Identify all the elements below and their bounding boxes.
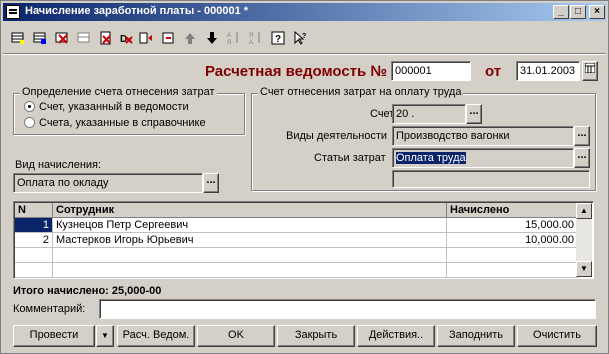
date-field[interactable]: 31.01.2003 <box>516 61 580 81</box>
column-header-n[interactable]: N <box>15 203 53 218</box>
row-number-empty <box>15 248 53 262</box>
maximize-button[interactable]: □ <box>570 5 586 19</box>
cost-item-select-button[interactable]: ... <box>574 148 590 168</box>
table-row-empty[interactable] <box>15 263 578 278</box>
new-row-icon[interactable] <box>9 29 27 47</box>
employee-table[interactable]: N Сотрудник Начислено 1 Кузнецов Петр Се… <box>13 201 594 279</box>
move-up-icon[interactable] <box>181 29 199 47</box>
radio-directory-accounts[interactable]: Счета, указанные в справочнике <box>24 117 206 129</box>
edit-row-icon[interactable] <box>75 29 93 47</box>
account-select-button[interactable]: ... <box>466 104 482 124</box>
total-accrued: Итого начислено: 25,000-00 <box>13 285 162 297</box>
doc-number-label: Расчетная ведомость № <box>205 63 388 80</box>
employee-cell[interactable]: Кузнецов Петр Сергеевич <box>53 218 447 232</box>
radio-statement-account[interactable]: Счет, указанный в ведомости <box>24 101 189 113</box>
employee-cell[interactable]: Мастерков Игорь Юрьевич <box>53 233 447 247</box>
scroll-down-arrow-icon[interactable]: ▼ <box>576 261 592 277</box>
table-row[interactable]: 1 Кузнецов Петр Сергеевич 15,000.00 <box>15 218 578 233</box>
fill-button[interactable]: Заподнить <box>437 325 515 347</box>
table-row-empty[interactable] <box>15 248 578 263</box>
svg-text:Я: Я <box>249 33 253 39</box>
cost-account-legend: Счет отнесения затрат на оплату труда <box>258 86 464 98</box>
delete-icon[interactable]: D <box>117 29 135 47</box>
date-label: от <box>485 63 502 80</box>
calendar-icon <box>584 62 596 74</box>
calc-statement-button[interactable]: Расч. Ведом. <box>117 325 195 347</box>
radio-dot <box>24 101 35 112</box>
account-field[interactable]: 20 . <box>392 104 466 124</box>
window-title: Начисление заработной платы - 000001 * <box>25 5 249 17</box>
clear-button[interactable]: Очистить <box>517 325 597 347</box>
ok-button[interactable]: OK <box>197 325 275 347</box>
svg-text:D: D <box>120 34 127 45</box>
group-icon[interactable] <box>159 29 177 47</box>
extra-analytics-field[interactable] <box>392 170 590 188</box>
activity-field[interactable]: Производство вагонки <box>392 126 574 146</box>
radio-label: Счета, указанные в справочнике <box>39 117 206 129</box>
toolbar-separator <box>3 53 606 55</box>
column-header-employee[interactable]: Сотрудник <box>53 203 447 218</box>
table-row[interactable]: 2 Мастерков Игорь Юрьевич 10,000.00 <box>15 233 578 248</box>
sort-desc-icon[interactable]: ЯA <box>247 29 265 47</box>
post-button[interactable]: Провести <box>13 325 95 347</box>
cost-item-label: Статьи затрат <box>314 152 386 164</box>
comment-label: Комментарий: <box>13 303 86 315</box>
svg-text:A: A <box>227 33 231 39</box>
close-form-button[interactable]: Закрыть <box>277 325 355 347</box>
svg-text:Я: Я <box>227 40 231 45</box>
radio-dot <box>24 117 35 128</box>
insert-icon[interactable] <box>137 29 155 47</box>
copy-row-icon[interactable] <box>31 29 49 47</box>
actions-button[interactable]: Действия.. <box>357 325 435 347</box>
account-label: Счет <box>370 108 395 120</box>
activity-label: Виды деятельности <box>286 130 388 142</box>
move-down-icon[interactable] <box>203 29 221 47</box>
amount-cell[interactable]: 15,000.00 <box>447 218 578 232</box>
post-menu-button[interactable]: ▼ <box>96 325 114 347</box>
cost-item-field[interactable]: Оплата труда <box>392 148 574 168</box>
row-number-empty <box>15 263 53 277</box>
close-button[interactable]: × <box>589 5 605 19</box>
doc-number-field[interactable]: 000001 <box>391 61 471 81</box>
calendar-button[interactable] <box>582 61 598 81</box>
employee-cell-empty[interactable] <box>53 263 447 277</box>
account-method-group: Определение счета отнесения затрат Счет,… <box>13 86 245 135</box>
column-header-amount[interactable]: Начислено <box>447 203 579 218</box>
radio-label: Счет, указанный в ведомости <box>39 101 189 113</box>
accrual-type-field[interactable]: Оплата по окладу <box>13 173 203 193</box>
accrual-type-select-button[interactable]: ... <box>203 173 219 193</box>
employee-cell-empty[interactable] <box>53 248 447 262</box>
row-number: 2 <box>15 233 53 247</box>
accrual-type-label: Вид начисления: <box>15 159 102 171</box>
scroll-up-arrow-icon[interactable]: ▲ <box>576 203 592 219</box>
title-bar[interactable]: Начисление заработной платы - 000001 * _… <box>3 3 606 21</box>
table-scrollbar[interactable]: ▲ ▼ <box>576 203 592 277</box>
svg-text:?: ? <box>275 34 281 45</box>
activity-select-button[interactable]: ... <box>574 126 590 146</box>
sort-asc-icon[interactable]: AЯ <box>225 29 243 47</box>
svg-text:?: ? <box>302 33 306 40</box>
cost-account-group: Счет отнесения затрат на оплату труда Сч… <box>251 86 596 191</box>
amount-cell-empty[interactable] <box>447 248 578 262</box>
what-is-icon[interactable]: ? <box>291 29 309 47</box>
app-icon <box>6 5 20 19</box>
minimize-button[interactable]: _ <box>553 5 569 19</box>
amount-cell-empty[interactable] <box>447 263 578 277</box>
account-method-legend: Определение счета отнесения затрат <box>20 86 217 98</box>
comment-field[interactable] <box>99 299 596 319</box>
mark-delete-icon[interactable] <box>97 29 115 47</box>
cost-item-value: Оплата труда <box>396 152 466 164</box>
amount-cell[interactable]: 10,000.00 <box>447 233 578 247</box>
row-number: 1 <box>15 218 53 232</box>
delete-row-icon[interactable] <box>53 29 71 47</box>
svg-text:A: A <box>249 40 253 45</box>
window: Начисление заработной платы - 000001 * _… <box>0 0 609 354</box>
help-icon[interactable]: ? <box>269 29 287 47</box>
